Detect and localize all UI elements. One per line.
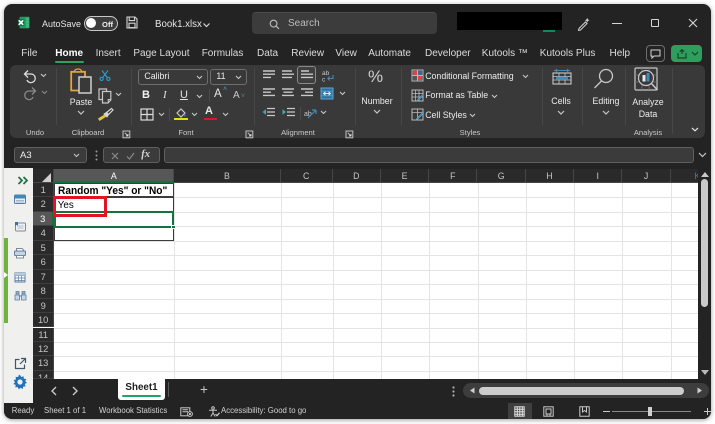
svg-text:c: c [322, 76, 326, 82]
